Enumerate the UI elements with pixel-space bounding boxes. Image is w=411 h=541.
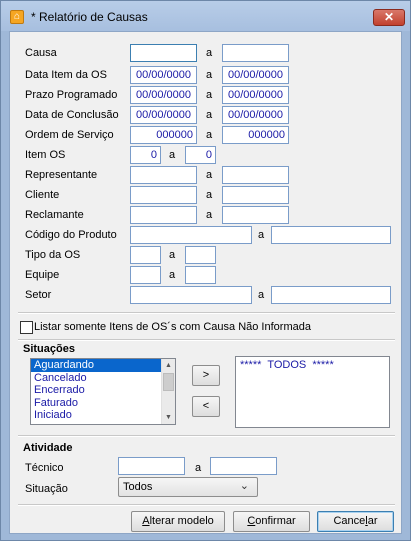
divider bbox=[18, 312, 395, 314]
situacao-list-item[interactable]: Faturado bbox=[31, 397, 175, 410]
range-separator: a bbox=[206, 209, 213, 221]
app-icon: ⌂ bbox=[10, 10, 24, 24]
confirmar-rest: onfirmar bbox=[255, 515, 296, 527]
setor-to-field[interactable] bbox=[271, 286, 391, 304]
label-setor: Setor bbox=[25, 289, 52, 301]
range-separator: a bbox=[206, 109, 213, 121]
range-separator: a bbox=[169, 149, 176, 161]
situacao-list-item[interactable]: Cancelado bbox=[31, 372, 175, 385]
situacoes-selected-list[interactable]: ***** TODOS ***** bbox=[235, 356, 390, 428]
window-title: * Relatório de Causas bbox=[31, 10, 148, 24]
data-item-os-to-field[interactable]: 00/00/0000 bbox=[222, 66, 289, 84]
title-bar[interactable]: ⌂ * Relatório de Causas ✕ bbox=[1, 1, 410, 31]
scroll-thumb[interactable] bbox=[163, 373, 174, 391]
cancelar-rest: ar bbox=[367, 515, 378, 527]
item-os-from-field[interactable]: 0 bbox=[130, 146, 161, 164]
situacao-select-value: Todos bbox=[123, 481, 153, 493]
range-separator: a bbox=[258, 229, 265, 241]
range-separator: a bbox=[169, 269, 176, 281]
cliente-from-field[interactable] bbox=[130, 186, 197, 204]
representante-to-field[interactable] bbox=[222, 166, 289, 184]
confirmar-button[interactable]: Confirmar bbox=[233, 511, 310, 532]
conclusao-from-field[interactable]: 00/00/0000 bbox=[130, 106, 197, 124]
situacao-list-item[interactable]: Iniciado bbox=[31, 409, 175, 422]
remove-situacao-button[interactable]: < bbox=[192, 396, 220, 417]
label-codigo-produto: Código do Produto bbox=[25, 229, 117, 241]
range-separator: a bbox=[206, 189, 213, 201]
tecnico-to-field[interactable] bbox=[210, 457, 277, 475]
divider bbox=[18, 339, 395, 341]
situacoes-available-list[interactable]: Aguardando Cancelado Encerrado Faturado Inic… bbox=[30, 358, 176, 425]
causa-nao-informada-label: Listar somente Itens de OS´s com Causa N… bbox=[34, 321, 311, 333]
alterar-modelo-rest: lterar modelo bbox=[149, 515, 214, 527]
tecnico-from-field[interactable] bbox=[118, 457, 185, 475]
item-os-to-field[interactable]: 0 bbox=[185, 146, 216, 164]
range-separator: a bbox=[206, 47, 213, 59]
alterar-modelo-button[interactable]: Alterar modelo bbox=[131, 511, 225, 532]
add-situacao-button[interactable]: > bbox=[192, 365, 220, 386]
scroll-down-icon[interactable]: ▼ bbox=[162, 411, 175, 424]
alterar-modelo-accel: A bbox=[142, 515, 150, 527]
range-separator: a bbox=[206, 69, 213, 81]
reclamante-from-field[interactable] bbox=[130, 206, 197, 224]
label-situacao: Situação bbox=[25, 483, 68, 495]
divider bbox=[18, 435, 395, 437]
close-icon: ✕ bbox=[383, 10, 395, 24]
causa-to-field[interactable] bbox=[222, 44, 289, 62]
label-item-os: Item OS bbox=[25, 149, 66, 161]
label-data-conclusao: Data de Conclusão bbox=[25, 109, 119, 121]
representante-from-field[interactable] bbox=[130, 166, 197, 184]
report-window: ⌂ * Relatório de Causas ✕ Causa a Data I… bbox=[0, 0, 411, 541]
codigo-produto-from-field[interactable] bbox=[130, 226, 252, 244]
setor-from-field[interactable] bbox=[130, 286, 252, 304]
range-separator: a bbox=[206, 89, 213, 101]
situacao-list-item[interactable]: Aguardando bbox=[31, 359, 175, 372]
label-reclamante: Reclamante bbox=[25, 209, 84, 221]
reclamante-to-field[interactable] bbox=[222, 206, 289, 224]
cliente-to-field[interactable] bbox=[222, 186, 289, 204]
label-tecnico: Técnico bbox=[25, 462, 64, 474]
causa-from-field[interactable] bbox=[130, 44, 197, 62]
atividade-title: Atividade bbox=[23, 442, 73, 454]
ordem-servico-from-field[interactable]: 000000 bbox=[130, 126, 197, 144]
close-button[interactable]: ✕ bbox=[373, 9, 405, 26]
label-representante: Representante bbox=[25, 169, 98, 181]
list-scrollbar[interactable]: ▲ ▼ bbox=[161, 359, 175, 424]
dialog-body: Causa a Data Item da OS 00/00/0000 a 00/… bbox=[9, 31, 402, 534]
chosen-situacao-item[interactable]: ***** TODOS ***** bbox=[240, 359, 385, 371]
label-tipo-os: Tipo da OS bbox=[25, 249, 81, 261]
tipo-os-to-field[interactable] bbox=[185, 246, 216, 264]
chevron-down-icon: ⌄ bbox=[239, 480, 249, 492]
scroll-up-icon[interactable]: ▲ bbox=[162, 359, 175, 372]
situacoes-title: Situações bbox=[23, 343, 75, 355]
tipo-os-from-field[interactable] bbox=[130, 246, 161, 264]
conclusao-to-field[interactable]: 00/00/0000 bbox=[222, 106, 289, 124]
cancelar-button[interactable]: Cancelar bbox=[317, 511, 394, 532]
data-item-os-from-field[interactable]: 00/00/0000 bbox=[130, 66, 197, 84]
situacao-select[interactable]: Todos ⌄ bbox=[118, 477, 258, 497]
label-causa: Causa bbox=[25, 47, 57, 59]
prazo-from-field[interactable]: 00/00/0000 bbox=[130, 86, 197, 104]
label-cliente: Cliente bbox=[25, 189, 60, 201]
cancelar-prefix: Cance bbox=[333, 515, 366, 527]
equipe-from-field[interactable] bbox=[130, 266, 161, 284]
label-data-item-os: Data Item da OS bbox=[25, 69, 107, 81]
range-separator: a bbox=[169, 249, 176, 261]
ordem-servico-to-field[interactable]: 000000 bbox=[222, 126, 289, 144]
label-ordem-servico: Ordem de Serviço bbox=[25, 129, 114, 141]
codigo-produto-to-field[interactable] bbox=[271, 226, 391, 244]
range-separator: a bbox=[195, 462, 202, 474]
label-equipe: Equipe bbox=[25, 269, 60, 281]
range-separator: a bbox=[258, 289, 265, 301]
causa-nao-informada-checkbox[interactable] bbox=[20, 321, 33, 334]
range-separator: a bbox=[206, 129, 213, 141]
divider bbox=[18, 504, 395, 506]
prazo-to-field[interactable]: 00/00/0000 bbox=[222, 86, 289, 104]
range-separator: a bbox=[206, 169, 213, 181]
situacao-list-item[interactable]: Encerrado bbox=[31, 384, 175, 397]
equipe-to-field[interactable] bbox=[185, 266, 216, 284]
label-prazo-programado: Prazo Programado bbox=[25, 89, 118, 101]
